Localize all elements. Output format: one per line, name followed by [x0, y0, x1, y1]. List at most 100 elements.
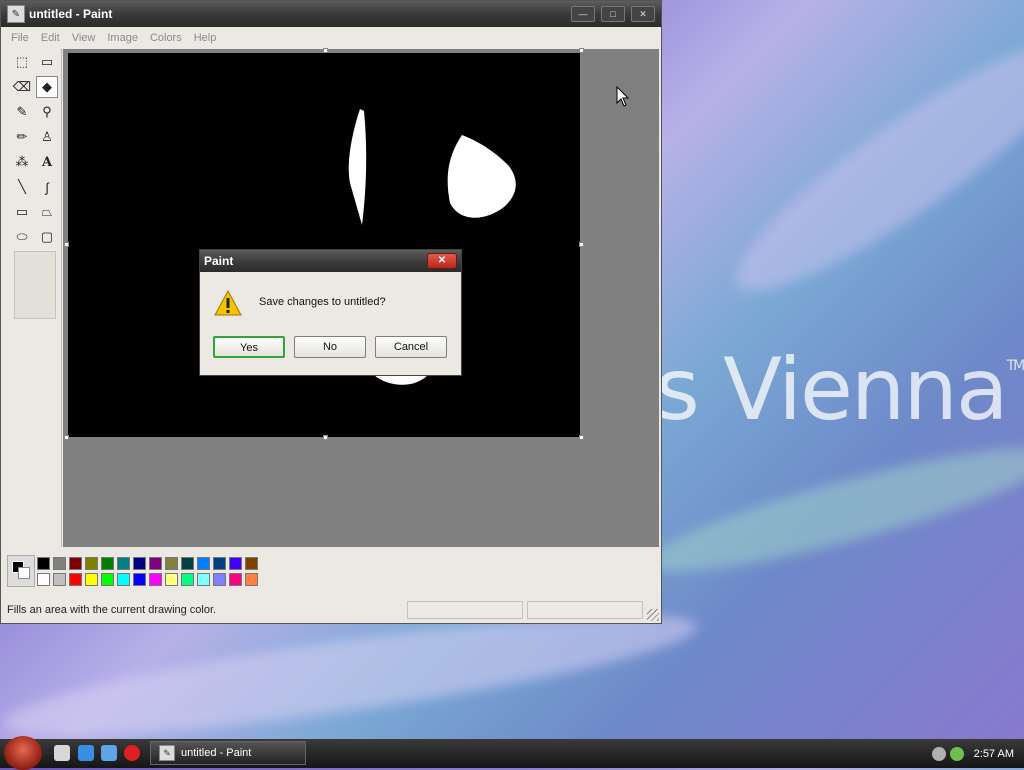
drawing-canvas[interactable] [68, 53, 580, 437]
color-swatch[interactable] [149, 573, 162, 586]
color-swatch[interactable] [101, 557, 114, 570]
pencil-icon[interactable]: ✏ [11, 126, 33, 148]
minimize-button[interactable]: — [571, 6, 595, 22]
color-swatch[interactable] [85, 557, 98, 570]
resize-handle[interactable] [64, 242, 69, 247]
color-swatch[interactable] [69, 557, 82, 570]
resize-handle[interactable] [579, 435, 584, 440]
menu-image[interactable]: Image [107, 32, 138, 44]
clock[interactable]: 2:57 AM [974, 748, 1014, 760]
color-swatch[interactable] [213, 557, 226, 570]
color-swatch[interactable] [85, 573, 98, 586]
color-swatch[interactable] [133, 573, 146, 586]
resize-handle[interactable] [64, 435, 69, 440]
toolbox: ⬚ ▭ ⌫ ◆ ✎ ⚲ ✏ ♙ ⁂ A ╲ ∫ ▭ ⏢ ⬭ ▢ [5, 49, 62, 547]
color-swatch[interactable] [133, 557, 146, 570]
resize-handle[interactable] [323, 435, 328, 440]
brush-icon[interactable]: ♙ [36, 126, 58, 148]
color-swatch[interactable] [213, 573, 226, 586]
color-palette [3, 553, 659, 593]
current-colors[interactable] [7, 555, 35, 587]
dialog-titlebar[interactable]: Paint ✕ [200, 250, 461, 272]
color-swatch[interactable] [37, 557, 50, 570]
taskbar-item-paint[interactable]: ✎ untitled - Paint [150, 741, 306, 765]
color-swatch[interactable] [181, 557, 194, 570]
system-tray: 2:57 AM [924, 739, 1024, 768]
ellipse-icon[interactable]: ⬭ [11, 226, 33, 248]
color-swatch[interactable] [165, 573, 178, 586]
no-button[interactable]: No [294, 336, 366, 358]
menu-bar: File Edit View Image Colors Help [1, 27, 661, 49]
tool-options-box[interactable] [14, 251, 56, 319]
yes-button[interactable]: Yes [213, 336, 285, 358]
wallpaper-streak [712, 7, 1024, 323]
dialog-message: Save changes to untitled? [259, 296, 386, 308]
color-swatch[interactable] [37, 573, 50, 586]
background-color[interactable] [18, 567, 30, 579]
resize-handle[interactable] [579, 48, 584, 53]
free-select-icon[interactable]: ⬚ [11, 51, 33, 73]
resize-grip-icon[interactable] [647, 609, 659, 621]
paint-app-icon: ✎ [159, 745, 175, 761]
rectangle-icon[interactable]: ▭ [11, 201, 33, 223]
start-button[interactable] [4, 736, 42, 770]
line-icon[interactable]: ╲ [11, 176, 33, 198]
window-title: untitled - Paint [29, 7, 113, 21]
color-swatch[interactable] [117, 573, 130, 586]
color-swatch[interactable] [229, 557, 242, 570]
tray-network-icon[interactable] [931, 746, 946, 761]
dialog-title: Paint [204, 254, 234, 268]
taskbar-item-label: untitled - Paint [181, 747, 252, 759]
airbrush-icon[interactable]: ⁂ [11, 151, 33, 173]
menu-edit[interactable]: Edit [41, 32, 60, 44]
status-cell-size [527, 601, 643, 619]
tray-volume-icon[interactable] [949, 746, 964, 761]
mouse-cursor-icon [616, 86, 630, 107]
curve-icon[interactable]: ∫ [36, 176, 58, 198]
color-swatch[interactable] [229, 573, 242, 586]
status-text: Fills an area with the current drawing c… [7, 604, 217, 616]
rect-select-icon[interactable]: ▭ [36, 51, 58, 73]
status-bar: Fills an area with the current drawing c… [3, 599, 659, 621]
maximize-button[interactable]: □ [601, 6, 625, 22]
color-swatch[interactable] [245, 557, 258, 570]
color-swatch[interactable] [101, 573, 114, 586]
color-swatch[interactable] [149, 557, 162, 570]
color-swatch[interactable] [181, 573, 194, 586]
save-changes-dialog: Paint ✕ Save changes to untitled? Yes No… [199, 249, 462, 376]
resize-handle[interactable] [579, 242, 584, 247]
menu-view[interactable]: View [72, 32, 96, 44]
taskbar: ✎ untitled - Paint 2:57 AM [0, 736, 1024, 770]
color-swatch[interactable] [69, 573, 82, 586]
wallpaper-brand-text: s ViennaTM [655, 340, 1024, 440]
color-swatch[interactable] [165, 557, 178, 570]
color-picker-icon[interactable]: ✎ [11, 101, 33, 123]
cancel-button[interactable]: Cancel [375, 336, 447, 358]
color-swatch[interactable] [117, 557, 130, 570]
menu-file[interactable]: File [11, 32, 29, 44]
menu-colors[interactable]: Colors [150, 32, 182, 44]
rounded-rect-icon[interactable]: ▢ [36, 226, 58, 248]
status-cell-position [407, 601, 523, 619]
eraser-icon[interactable]: ⌫ [11, 76, 33, 98]
color-swatch[interactable] [197, 573, 210, 586]
magnifier-icon[interactable]: ⚲ [36, 101, 58, 123]
dialog-close-button[interactable]: ✕ [427, 253, 457, 269]
polygon-icon[interactable]: ⏢ [36, 201, 58, 223]
canvas-drawing [348, 109, 516, 385]
show-desktop-icon[interactable] [54, 745, 70, 761]
close-button[interactable]: ✕ [631, 6, 655, 22]
color-swatch[interactable] [245, 573, 258, 586]
text-icon[interactable]: A [36, 151, 58, 173]
menu-help[interactable]: Help [194, 32, 217, 44]
windows-explorer-icon[interactable] [101, 745, 117, 761]
color-swatch[interactable] [53, 573, 66, 586]
color-swatch[interactable] [197, 557, 210, 570]
paint-titlebar[interactable]: ✎ untitled - Paint — □ ✕ [1, 1, 661, 27]
fill-bucket-icon[interactable]: ◆ [36, 76, 58, 98]
wallpaper-streak [639, 426, 1024, 594]
resize-handle[interactable] [323, 48, 328, 53]
color-swatch[interactable] [53, 557, 66, 570]
opera-icon[interactable] [124, 745, 140, 761]
internet-explorer-icon[interactable] [78, 745, 94, 761]
